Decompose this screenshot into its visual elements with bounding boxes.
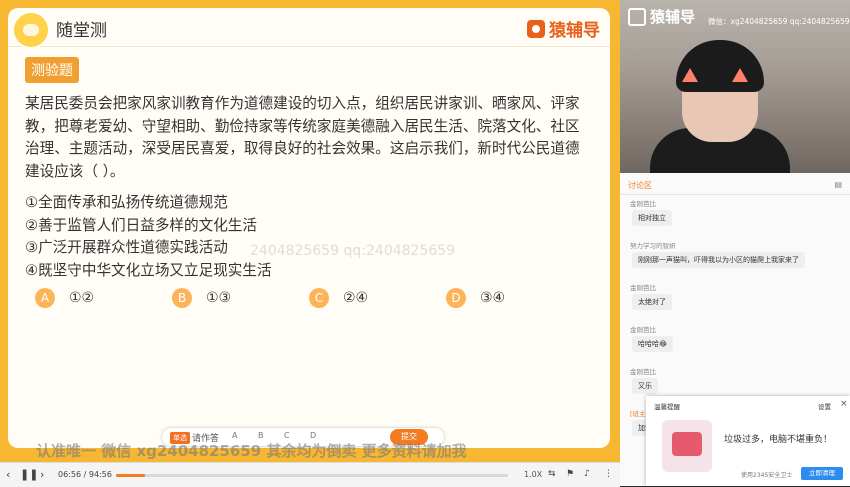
next-icon[interactable]: ›: [40, 468, 44, 481]
video-logo: 猿辅导: [628, 6, 695, 27]
option-letter: D: [446, 288, 466, 308]
chat-bubble: 相对独立: [632, 210, 672, 226]
page-title: 随堂测: [56, 21, 107, 41]
video-contact: 微信：xg2404825659 qq:2404825659: [708, 17, 850, 26]
chat-user: 金刚芭比: [630, 200, 656, 208]
clean-now-button[interactable]: 立即清理: [801, 467, 843, 480]
chat-bubble: 刚刚那一声猫叫，吓得我以为小区的猫爬上我家来了: [632, 252, 805, 268]
popup-message: 垃圾过多，电脑不堪重负！: [724, 435, 833, 445]
video-logo-text: 猿辅导: [650, 8, 696, 26]
volume-icon[interactable]: ♪: [584, 469, 590, 479]
progress-fill: [116, 474, 145, 477]
statement-item: ④既坚守中华文化立场又立足现实生活: [25, 261, 272, 279]
option-letter: B: [172, 288, 192, 308]
statement-item: ①全面传承和弘扬传统道德规范: [25, 194, 228, 211]
answer-choice-a[interactable]: A: [232, 431, 237, 440]
time-separator: /: [83, 470, 87, 479]
teacher-video: 猿辅导 微信：xg2404825659 qq:2404825659: [620, 0, 850, 173]
chat-title[interactable]: 讨论区: [628, 180, 652, 191]
brand-name: 猿辅导: [549, 21, 600, 41]
answer-choice-c[interactable]: C: [284, 431, 290, 440]
answer-option-c[interactable]: C ②④: [309, 288, 368, 308]
option-letter: C: [309, 288, 329, 308]
chat-header: 讨论区 ▤: [620, 178, 850, 195]
more-icon[interactable]: ⋮: [604, 469, 613, 479]
chat-user: 金刚芭比: [630, 326, 656, 334]
current-time: 06:56: [58, 470, 82, 479]
statement-list: ①全面传承和弘扬传统道德规范 ②善于监管人们日益多样的文化生活 ③广泛开展群众性…: [25, 192, 272, 282]
option-text: ③④: [480, 290, 506, 306]
chat-user: 金刚芭比: [630, 284, 656, 292]
chat-bubble: 又乐: [632, 378, 658, 394]
lesson-stage: 随堂测 猿辅导 测验题 某居民委员会把家风家训教育作为道德建设的切入点，组织居民…: [0, 0, 620, 462]
chat-message: 金刚芭比 相对独立: [628, 198, 838, 240]
answer-option-b[interactable]: B ①③: [172, 288, 231, 308]
option-text: ①②: [69, 290, 95, 306]
chat-message: 努力学习的智妍 刚刚那一声猫叫，吓得我以为小区的猫爬上我家来了: [628, 240, 838, 282]
playback-time: 06:56 / 94:56: [58, 470, 112, 479]
chat-bubble: 太绝对了: [632, 294, 672, 310]
flag-icon[interactable]: ⚑: [566, 469, 574, 479]
option-letter: A: [35, 288, 55, 308]
statement-item: ②善于监管人们日益多样的文化生活: [25, 216, 257, 234]
cat-ear-icon: [682, 68, 698, 82]
video-player-bar: ‹ ❚❚ › 06:56 / 94:56 1.0X ⇆ ⚑ ♪ ⋮: [0, 462, 620, 487]
brand-logo-icon: [527, 19, 545, 38]
brand-logo: 猿辅导: [527, 16, 600, 41]
video-watermark: 2404825659 qq:2404825659: [250, 243, 456, 259]
answer-choice-b[interactable]: B: [258, 431, 264, 440]
quiz-tag: 测验题: [25, 57, 79, 83]
close-icon[interactable]: ×: [840, 399, 848, 409]
speed-label[interactable]: 1.0X: [524, 470, 542, 479]
answer-option-d[interactable]: D ③④: [446, 288, 505, 308]
answer-choice-d[interactable]: D: [310, 431, 316, 440]
chat-message: 金刚芭比 哈哈哈😂: [628, 324, 838, 366]
chat-message: 金刚芭比 太绝对了: [628, 282, 838, 324]
previous-icon[interactable]: ‹: [6, 468, 10, 481]
bottom-watermark: 认准唯一 微信 xg2404825659 其余均为倒卖 更多资料请加我: [36, 442, 467, 460]
subtitle-icon[interactable]: ⇆: [548, 469, 556, 479]
chat-user: 努力学习的智妍: [630, 242, 676, 250]
option-text: ②④: [343, 290, 369, 306]
notification-popup: 温馨提醒 设置 × 垃圾过多，电脑不堪重负！ 使用2345安全卫士 立即清理: [646, 396, 850, 486]
pause-icon[interactable]: ❚❚: [20, 468, 38, 481]
answer-option-a[interactable]: A ①②: [35, 288, 94, 308]
question-stem: 某居民委员会把家风家训教育作为道德建设的切入点，组织居民讲家训、晒家风、评家教，…: [25, 95, 580, 180]
answer-options: A ①② B ①③ C ②④ D ③④: [25, 288, 585, 312]
chat-bubble: 哈哈哈😂: [632, 336, 674, 352]
chat-user: 金刚芭比: [630, 368, 656, 376]
popup-source: 使用2345安全卫士: [741, 472, 793, 479]
cat-ear-icon: [732, 68, 748, 82]
statement-item: ③广泛开展群众性道德实践活动: [25, 239, 228, 256]
warning-illustration-icon: [662, 420, 712, 472]
option-text: ①③: [206, 290, 232, 306]
progress-track[interactable]: [116, 474, 508, 477]
quiz-header: 随堂测 猿辅导: [8, 8, 610, 49]
popup-title: 温馨提醒: [654, 403, 680, 411]
total-time: 94:56: [88, 470, 112, 479]
brand-logo-icon: [628, 7, 646, 26]
mascot-avatar-icon: [12, 11, 50, 49]
chat-settings-icon[interactable]: ▤: [834, 180, 842, 189]
popup-settings[interactable]: 设置: [818, 401, 831, 411]
